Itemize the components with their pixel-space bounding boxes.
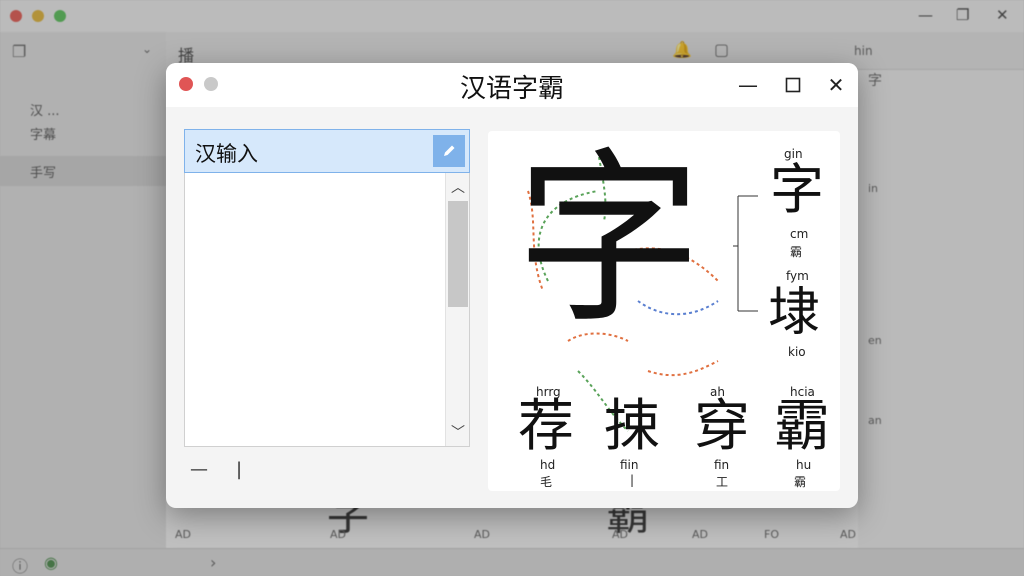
list-scrollbar[interactable]: ︿ ﹀: [445, 173, 469, 446]
dictionary-dialog: 汉语字霸 — ✕ 汉输入 ︿ ﹀ — | 字 gin 字 cm 霸 fym 埭 …: [166, 63, 858, 508]
row-bottom-char: 工: [716, 475, 729, 489]
row-character: 捒: [604, 394, 660, 459]
scroll-down-icon[interactable]: ﹀: [446, 422, 470, 442]
row-bottom-pinyin: fiin: [620, 458, 639, 472]
dialog-titlebar: 汉语字霸 — ✕: [166, 63, 858, 107]
row-character: 霸: [774, 394, 830, 459]
search-input[interactable]: 汉输入: [184, 129, 470, 173]
pencil-icon: [444, 145, 455, 156]
scroll-up-icon[interactable]: ︿: [446, 177, 470, 197]
side-top-character: 字: [770, 158, 824, 221]
row-bottom-char: 毛: [540, 475, 553, 489]
row-bottom-pinyin: hu: [796, 458, 812, 472]
results-list[interactable]: ︿ ﹀: [184, 173, 470, 447]
row-bottom-char: |: [630, 473, 635, 487]
side-bottom-pinyin: fym: [786, 269, 809, 283]
search-input-value[interactable]: 汉输入: [195, 138, 258, 168]
side-top-label: cm: [790, 227, 809, 241]
side-top-small-char: 霸: [790, 245, 803, 259]
side-bottom-character: 埭: [768, 283, 821, 343]
edit-button[interactable]: [433, 135, 465, 167]
bottom-dash-control[interactable]: —: [190, 459, 208, 480]
row-character: 荐: [518, 394, 574, 459]
scroll-thumb[interactable]: [448, 201, 468, 307]
row-bottom-pinyin: hd: [540, 458, 556, 472]
minimize-icon[interactable]: —: [734, 71, 762, 99]
close-icon[interactable]: ✕: [822, 71, 850, 99]
row-character: 穿: [694, 394, 750, 459]
main-character: 字: [516, 131, 703, 348]
bottom-cursor-control[interactable]: |: [236, 459, 242, 480]
row-bottom-char: 霸: [794, 475, 807, 489]
row-bottom-pinyin: fin: [714, 458, 730, 472]
side-bottom-label: kio: [788, 345, 806, 359]
maximize-icon[interactable]: [779, 71, 807, 99]
stroke-illustration-panel: 字 gin 字 cm 霸 fym 埭 kio hrrg 荐 hd 毛 捒 fii…: [488, 131, 840, 491]
